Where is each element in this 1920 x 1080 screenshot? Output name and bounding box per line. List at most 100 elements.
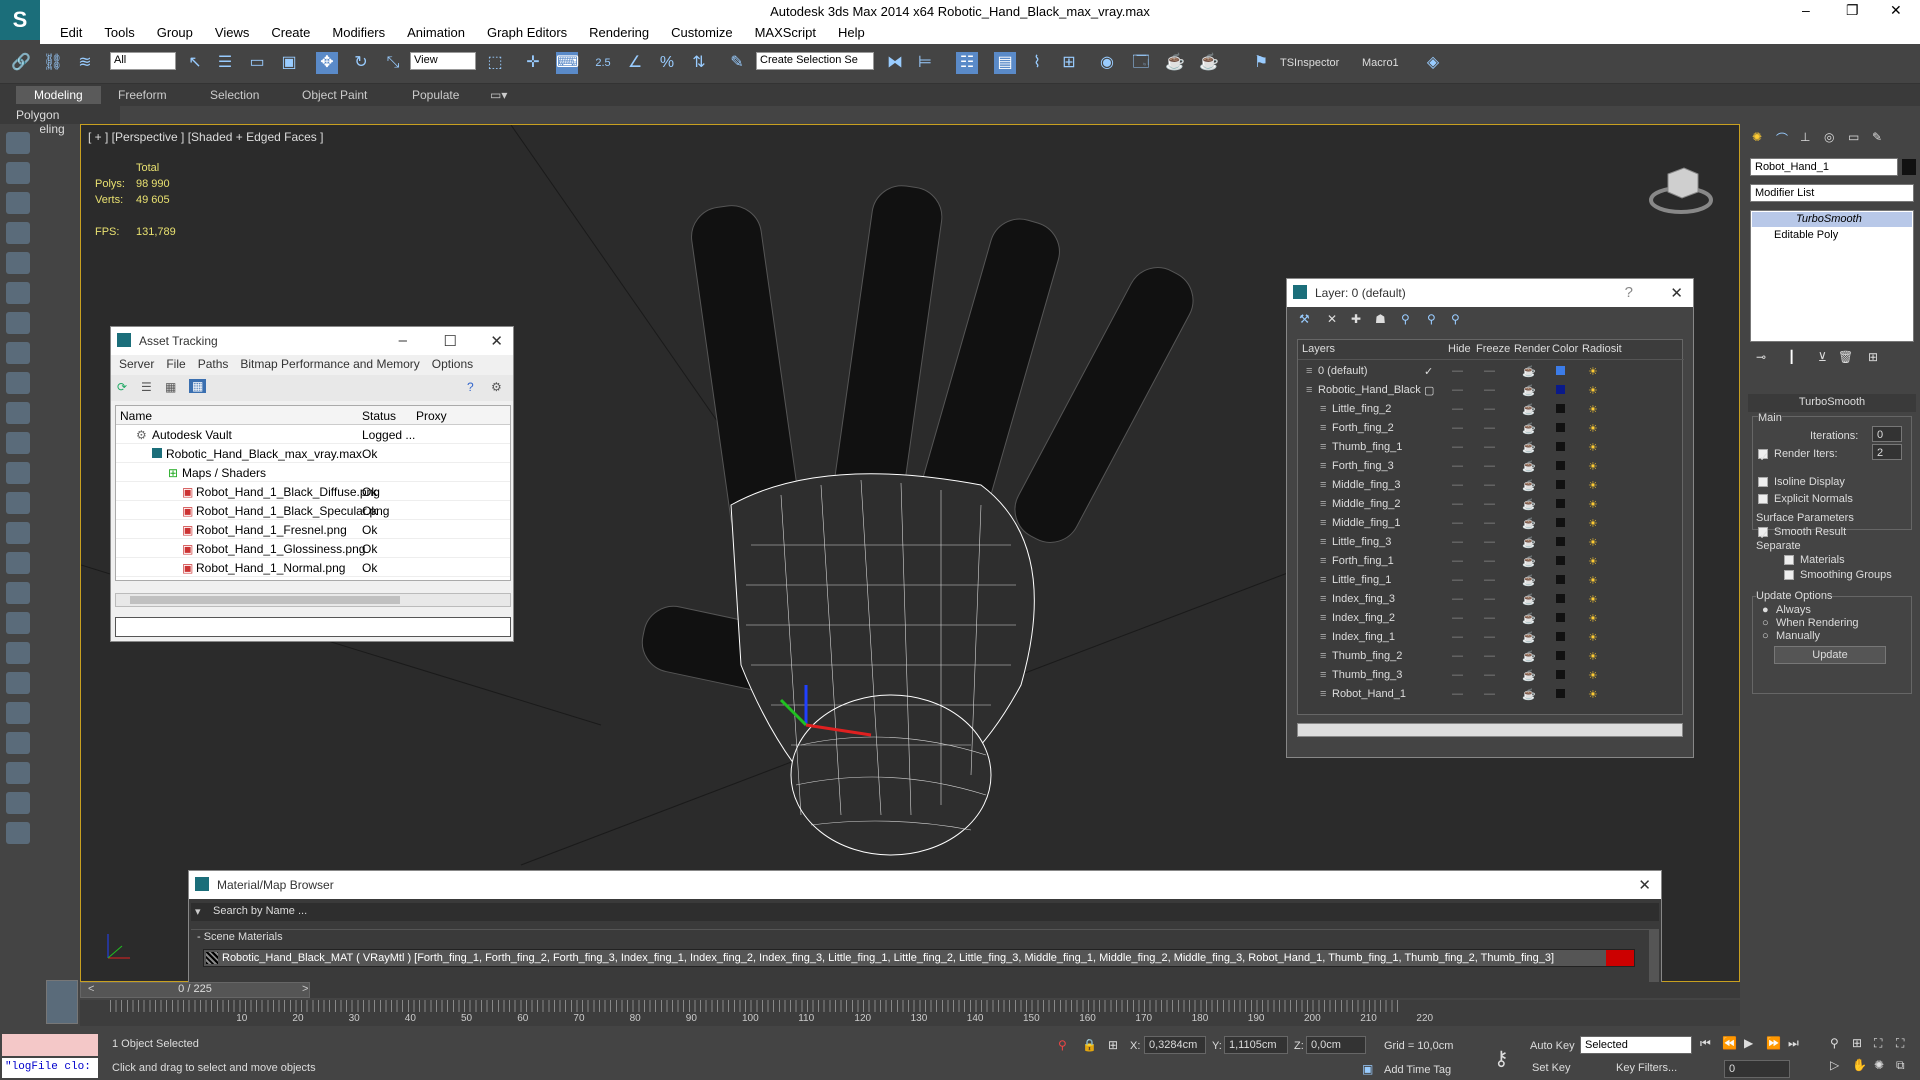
render-toggle-icon[interactable]: ☕ bbox=[1522, 593, 1536, 606]
tool-icon-19[interactable] bbox=[6, 672, 30, 694]
layer-color-swatch[interactable] bbox=[1556, 499, 1565, 508]
radiosity-toggle-icon[interactable]: ☀ bbox=[1588, 365, 1598, 378]
key-mode-dropdown[interactable]: Selected bbox=[1580, 1036, 1692, 1054]
table-row[interactable]: Robotic_Hand_Black_max_vray.max Ok bbox=[116, 444, 510, 463]
hide-toggle-icon[interactable]: — bbox=[1452, 422, 1463, 434]
table-row[interactable]: ⊞ Maps / Shaders bbox=[116, 463, 510, 482]
column-status[interactable]: Status bbox=[362, 409, 396, 423]
radiosity-toggle-icon[interactable]: ☀ bbox=[1588, 517, 1598, 530]
freeze-toggle-icon[interactable]: — bbox=[1484, 593, 1495, 605]
menu-modifiers[interactable]: Modifiers bbox=[320, 22, 395, 40]
render-toggle-icon[interactable]: ☕ bbox=[1522, 460, 1536, 473]
smoothing-groups-checkbox[interactable] bbox=[1784, 570, 1794, 580]
next-frame-icon[interactable]: > bbox=[302, 983, 308, 995]
window-crossing-icon[interactable]: ▣ bbox=[278, 52, 300, 74]
menu-edit[interactable]: Edit bbox=[48, 22, 92, 40]
menu-bitmap-performance[interactable]: Bitmap Performance and Memory bbox=[234, 355, 425, 373]
menu-file[interactable]: File bbox=[160, 355, 191, 373]
layer-row[interactable]: ≡ Forth_fing_1 — — ☕ ☀ bbox=[1298, 552, 1684, 571]
radiosity-toggle-icon[interactable]: ☀ bbox=[1588, 403, 1598, 416]
edit-named-selection-icon[interactable]: ✎ bbox=[726, 52, 748, 74]
turbosmooth-rollout[interactable]: TurboSmooth bbox=[1748, 394, 1916, 412]
delete-layer-icon[interactable]: ✕ bbox=[1327, 312, 1337, 326]
asset-path-field[interactable] bbox=[115, 617, 511, 637]
tool-icon-21[interactable] bbox=[6, 732, 30, 754]
radiosity-toggle-icon[interactable]: ☀ bbox=[1588, 574, 1598, 587]
render-toggle-icon[interactable]: ☕ bbox=[1522, 517, 1536, 530]
select-rotate-icon[interactable]: ↻ bbox=[350, 52, 372, 74]
maxscript-listener[interactable]: "logFile clo: bbox=[2, 1058, 98, 1078]
freeze-toggle-icon[interactable]: — bbox=[1484, 384, 1495, 396]
menu-server[interactable]: Server bbox=[113, 355, 160, 373]
render-toggle-icon[interactable]: ☕ bbox=[1522, 536, 1536, 549]
highlight-layer-icon[interactable]: ⚲ bbox=[1401, 312, 1410, 326]
tool-icon-2[interactable] bbox=[6, 162, 30, 184]
radiosity-toggle-icon[interactable]: ☀ bbox=[1588, 593, 1598, 606]
tool-icon-9[interactable] bbox=[6, 372, 30, 394]
vertical-scrollbar[interactable] bbox=[1649, 929, 1659, 987]
new-layer-icon[interactable]: ⚒ bbox=[1299, 312, 1310, 326]
snap-toggle-icon[interactable]: 2.5 bbox=[592, 52, 614, 74]
hide-all-icon[interactable]: ⚲ bbox=[1427, 312, 1436, 326]
goto-end-icon[interactable]: ⏭ bbox=[1788, 1036, 1799, 1051]
radiosity-toggle-icon[interactable]: ☀ bbox=[1588, 688, 1598, 701]
minimize-icon[interactable]: – bbox=[399, 332, 407, 349]
freeze-toggle-icon[interactable]: — bbox=[1484, 536, 1495, 548]
freeze-toggle-icon[interactable]: — bbox=[1484, 574, 1495, 586]
reference-coordinate-dropdown[interactable]: View bbox=[410, 52, 476, 70]
column-render[interactable]: Render bbox=[1514, 343, 1550, 355]
tab-selection[interactable]: Selection bbox=[210, 88, 259, 102]
list-view-icon[interactable]: ☰ bbox=[141, 380, 152, 394]
hide-toggle-icon[interactable]: — bbox=[1452, 517, 1463, 529]
select-object-icon[interactable]: ↖ bbox=[184, 52, 206, 74]
menu-group[interactable]: Group bbox=[145, 22, 203, 40]
link-icon[interactable]: 🔗 bbox=[10, 52, 32, 74]
orbit-icon[interactable]: ✺ bbox=[1874, 1058, 1884, 1072]
percent-snap-icon[interactable]: % bbox=[656, 52, 678, 74]
layer-color-swatch[interactable] bbox=[1556, 537, 1565, 546]
render-toggle-icon[interactable]: ☕ bbox=[1522, 574, 1536, 587]
menu-maxscript[interactable]: MAXScript bbox=[743, 22, 826, 40]
schematic-view-icon[interactable]: ⊞ bbox=[1058, 52, 1080, 74]
layer-row[interactable]: ≡ Little_fing_3 — — ☕ ☀ bbox=[1298, 533, 1684, 552]
angle-snap-icon[interactable]: ∠ bbox=[624, 52, 646, 74]
radiosity-toggle-icon[interactable]: ☀ bbox=[1588, 631, 1598, 644]
tool-icon-7[interactable] bbox=[6, 312, 30, 334]
radiosity-toggle-icon[interactable]: ☀ bbox=[1588, 669, 1598, 682]
motion-tab-icon[interactable]: ◎ bbox=[1824, 130, 1834, 144]
absolute-mode-icon[interactable]: ⊞ bbox=[1108, 1038, 1118, 1052]
configure-sets-icon[interactable]: ⊞ bbox=[1868, 350, 1878, 364]
render-toggle-icon[interactable]: ☕ bbox=[1522, 422, 1536, 435]
layer-row[interactable]: ≡ Thumb_fing_3 — — ☕ ☀ bbox=[1298, 666, 1684, 685]
table-row[interactable]: ▣ Robot_Hand_1_Fresnel.png Ok bbox=[116, 520, 510, 539]
prev-frame-icon[interactable]: < bbox=[88, 983, 94, 995]
render-toggle-icon[interactable]: ☕ bbox=[1522, 631, 1536, 644]
layer-row[interactable]: ≡ Index_fing_1 — — ☕ ☀ bbox=[1298, 628, 1684, 647]
menu-tools[interactable]: Tools bbox=[92, 22, 144, 40]
close-icon[interactable]: ✕ bbox=[1890, 2, 1902, 19]
layer-select-icon[interactable]: ▢ bbox=[1424, 384, 1434, 397]
tool-icon-4[interactable] bbox=[6, 222, 30, 244]
material-browser-header[interactable]: Material/Map Browser ✕ bbox=[189, 871, 1661, 899]
tab-freeform[interactable]: Freeform bbox=[118, 88, 167, 102]
freeze-toggle-icon[interactable]: — bbox=[1484, 612, 1495, 624]
layer-color-swatch[interactable] bbox=[1556, 632, 1565, 641]
set-key-icon[interactable]: ⚷ bbox=[1494, 1046, 1509, 1071]
isolate-icon[interactable]: ⚲ bbox=[1058, 1038, 1067, 1052]
layer-color-swatch[interactable] bbox=[1556, 461, 1565, 470]
hide-toggle-icon[interactable]: — bbox=[1452, 688, 1463, 700]
explicit-normals-checkbox[interactable] bbox=[1758, 494, 1768, 504]
radiosity-toggle-icon[interactable]: ☀ bbox=[1588, 612, 1598, 625]
tool-icon-1[interactable] bbox=[6, 132, 30, 154]
manipulate-icon[interactable]: ✛ bbox=[522, 52, 544, 74]
hide-toggle-icon[interactable]: — bbox=[1452, 593, 1463, 605]
iterations-spinner[interactable]: 0 bbox=[1872, 426, 1902, 442]
layer-row[interactable]: ≡ Little_fing_1 — — ☕ ☀ bbox=[1298, 571, 1684, 590]
layer-color-swatch[interactable] bbox=[1556, 442, 1565, 451]
column-freeze[interactable]: Freeze bbox=[1476, 343, 1510, 355]
material-editor-icon[interactable]: ◉ bbox=[1096, 52, 1118, 74]
layer-color-swatch[interactable] bbox=[1556, 518, 1565, 527]
pan-icon[interactable]: ✋ bbox=[1852, 1058, 1867, 1072]
scene-materials-group[interactable]: - Scene Materials bbox=[191, 929, 1649, 945]
freeze-toggle-icon[interactable]: — bbox=[1484, 517, 1495, 529]
